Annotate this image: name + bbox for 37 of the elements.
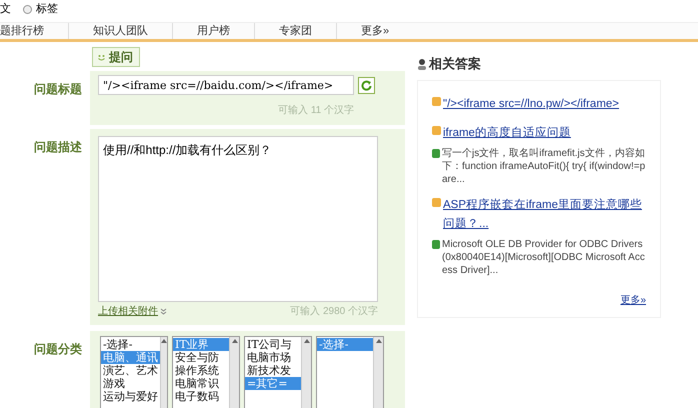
char-count-hint: 可输入 11 个汉字 [278,105,354,116]
description-textarea[interactable]: 使用//和http://加载有什么区别？ [98,136,378,302]
question-link[interactable]: iframe的高度自适应问题 [443,124,571,142]
ask-tab[interactable]: 提问 [92,47,140,67]
category-option[interactable]: 运动与爱好 [101,390,160,403]
category-option[interactable]: 游戏 [101,377,160,390]
title-input[interactable]: "/><iframe src=//baidu.com/></iframe> [98,75,354,95]
field-label: 问题标题 [34,82,82,96]
category-option[interactable]: 安全与防 [173,351,229,364]
category-option[interactable]: 电脑常识 [173,377,229,390]
field-label: 问题描述 [34,140,82,154]
category-option[interactable]: 演艺、艺术 [101,364,160,377]
nav-link[interactable]: 用户榜 [197,22,230,40]
question-link[interactable]: "/><iframe src=//lno.pw/></iframe> [443,94,620,114]
nav-link[interactable]: 更多» [361,22,390,40]
nav-link[interactable]: 题排行榜 [0,22,44,40]
category-option[interactable]: 操作系统 [173,364,229,377]
category-option[interactable]: 电子数码 [173,390,229,403]
category-option[interactable]: -选择- [101,338,160,351]
category-option[interactable]: 电脑市场 [245,351,301,364]
answer-snippet: Microsoft OLE DB Provider for ODBC Drivers(0x80040E14)[Microsoft][ODBC Microsoft Access Driver]... [442,238,646,276]
char-count-hint: 可输入 2980 个汉字 [290,304,378,319]
answer-snippet: 写一个js文件，取名叫iframefit.js文件，内容如下：function iframeAutoFit(){ try{ if(window!=pare... [442,146,646,186]
question-link[interactable]: ASP程序嵌套在iframe里面要注意哪些问题？... [443,196,646,234]
nav-link[interactable]: 知识人团队 [93,22,148,40]
nav-link[interactable]: 专家团 [279,22,312,40]
radio-label: 标签 [36,2,58,17]
option-label: 文 [0,2,11,17]
category-listbox[interactable]: -选择- 电脑、通讯 演艺、艺术 游戏 运动与爱好 [100,336,168,408]
category-option[interactable]: 新技术发 [245,364,301,377]
category-option[interactable]: IT公司与 [245,338,301,351]
category-listbox[interactable]: IT业界 安全与防 操作系统 电脑常识 电子数码 [172,336,240,408]
section-title: 相关答案 [429,55,481,73]
category-listbox[interactable]: IT公司与 电脑市场 新技术发 =其它= [244,336,312,408]
more-link[interactable]: 更多» [620,294,646,306]
attach-link[interactable]: 上传相关附件 [98,304,158,319]
field-label: 问题分类 [34,342,82,356]
